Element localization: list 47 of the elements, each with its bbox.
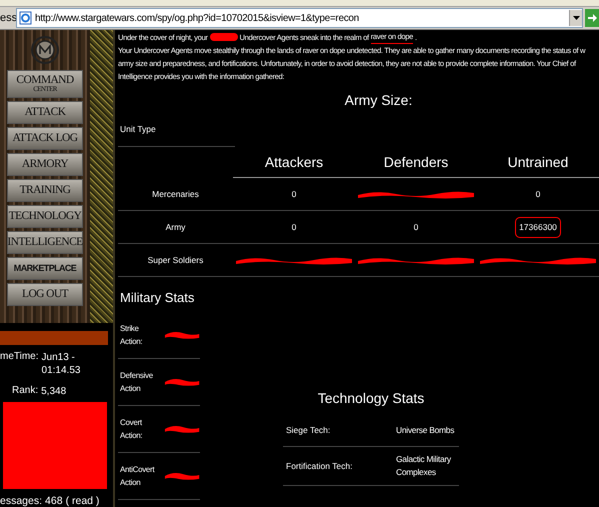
redaction-scribble <box>164 424 200 434</box>
redaction-scribble <box>210 33 238 41</box>
nav-button[interactable]: ATTACK LOG <box>7 127 83 150</box>
nav-button[interactable]: ATTACK <box>7 101 83 124</box>
unit-name: Super Soldiers <box>148 254 204 264</box>
column-header: Unit Type <box>120 124 156 134</box>
unit-name: Army <box>166 222 186 232</box>
stat-value: Galactic Military Complexes <box>396 453 452 479</box>
table-cell: 0 <box>536 188 540 200</box>
stat-label: AntiCovert Action <box>120 464 156 489</box>
nav-button[interactable]: LOG OUT <box>7 283 83 306</box>
browser-page-icon <box>19 11 32 25</box>
column-header: Defenders <box>384 156 448 168</box>
section-title: Military Stats <box>120 291 196 304</box>
rank-label: Rank: <box>12 385 38 396</box>
column-header: Attackers <box>264 156 324 168</box>
nav-button[interactable]: MARKETPLACE <box>7 257 83 280</box>
stat-label: Fortification Tech: <box>286 460 354 472</box>
emblem-icon <box>30 35 60 65</box>
nav-button[interactable]: TRAINING <box>7 179 83 202</box>
messages-label: essages: <box>0 495 42 507</box>
section-title: Technology Stats <box>316 392 426 405</box>
unit-name: Mercenaries <box>152 188 199 198</box>
nav-button[interactable]: ARMORY <box>7 153 83 176</box>
time-label: meTime: <box>0 351 39 362</box>
stat-label: Strike Action: <box>120 323 144 348</box>
redaction-scribble <box>164 471 200 481</box>
redaction-scribble <box>164 330 200 340</box>
column-header: Untrained <box>508 156 568 168</box>
nav-button[interactable]: TECHNOLOGY <box>7 205 83 228</box>
messages-count: 468 <box>45 495 63 507</box>
time-value: Jun13 - 01:14.53 <box>42 351 82 377</box>
address-label: ess <box>0 12 16 24</box>
stat-label: Defensive Action <box>120 370 154 395</box>
table-cell: 0 <box>414 220 418 234</box>
table-cell: 0 <box>292 220 296 234</box>
table-cell: 0 <box>292 188 296 200</box>
table-cell: 17366300 <box>515 216 561 238</box>
section-title: Army Size: <box>344 91 414 109</box>
nav-button[interactable]: INTELLIGENCE <box>7 231 83 254</box>
address-field[interactable]: http://www.stargatewars.com/spy/og.php?id=10702015&isview=1&type=recon <box>16 8 583 28</box>
stat-value: Universe Bombs <box>396 424 456 437</box>
stat-label: Covert Action: <box>120 417 144 442</box>
stat-label: Siege Tech: <box>286 424 332 437</box>
read-link[interactable]: ( read ) <box>66 495 100 507</box>
rank-value: 5,348 <box>41 385 66 398</box>
redaction-scribble <box>164 377 200 387</box>
